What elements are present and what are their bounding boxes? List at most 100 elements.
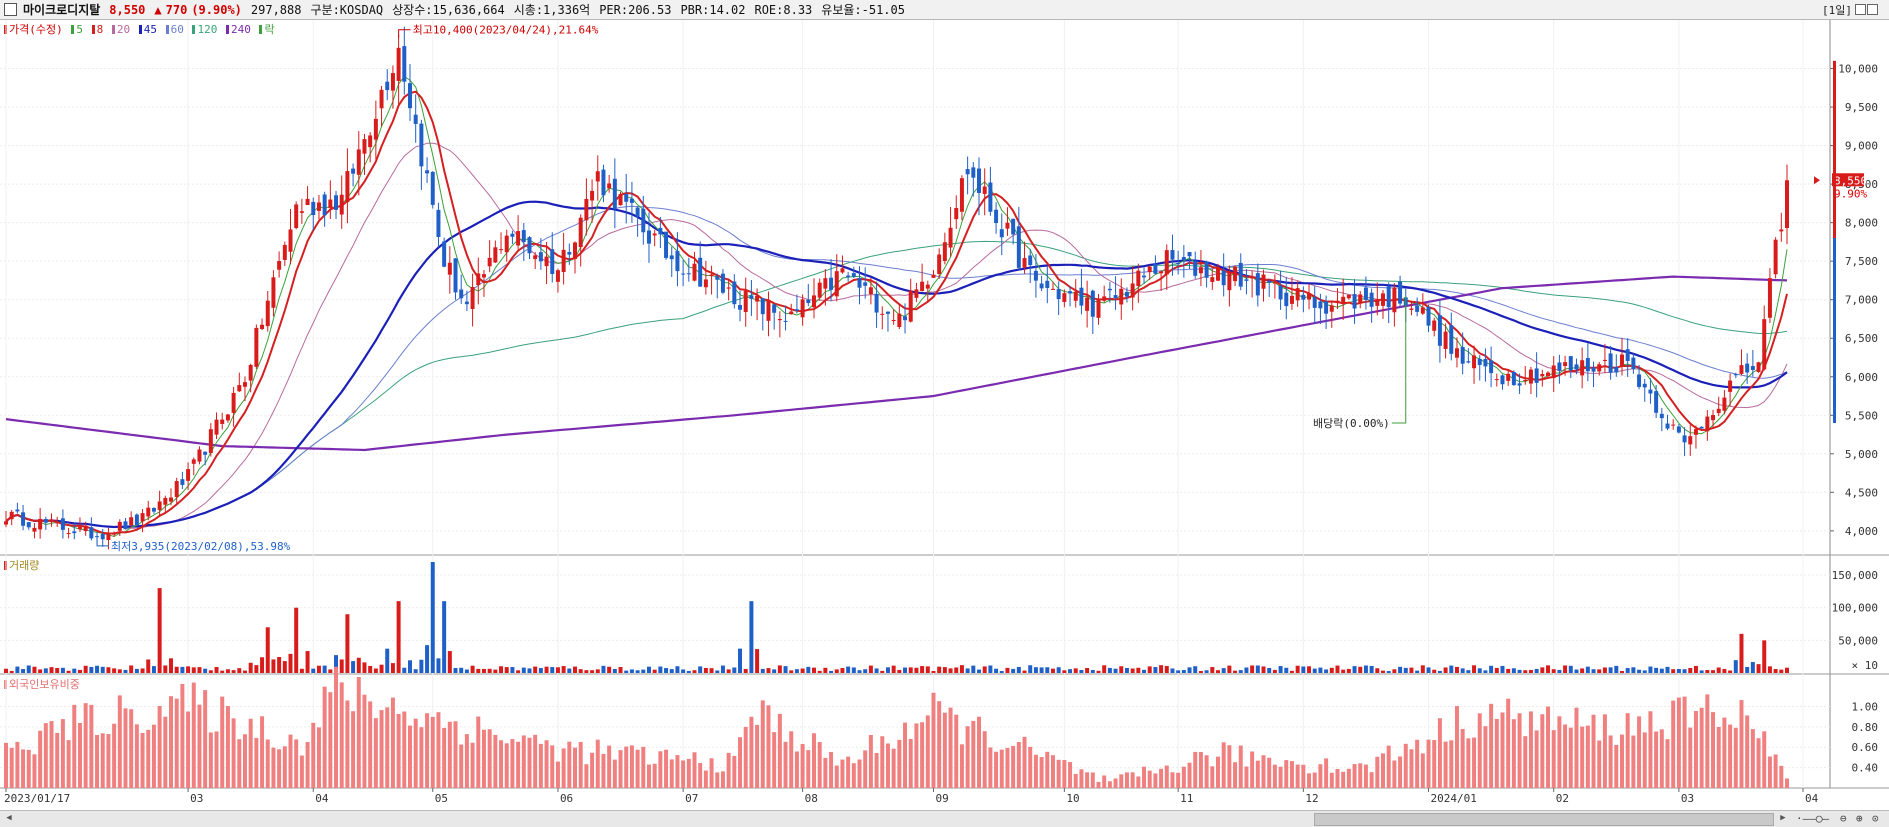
volume-bar[interactable] bbox=[1477, 668, 1482, 673]
foreign-bar[interactable] bbox=[1568, 727, 1573, 788]
foreign-bar[interactable] bbox=[1170, 772, 1175, 788]
volume-bar[interactable] bbox=[1523, 670, 1528, 673]
foreign-bar[interactable] bbox=[965, 726, 970, 788]
foreign-bar[interactable] bbox=[777, 713, 782, 788]
volume-bar[interactable] bbox=[208, 670, 213, 673]
foreign-bar[interactable] bbox=[1181, 766, 1186, 788]
volume-bar[interactable] bbox=[1204, 670, 1209, 673]
volume-bar[interactable] bbox=[1733, 660, 1738, 673]
candle[interactable] bbox=[971, 167, 976, 178]
candle[interactable] bbox=[1722, 397, 1727, 411]
foreign-bar[interactable] bbox=[1716, 726, 1721, 788]
volume-bar[interactable] bbox=[533, 666, 538, 673]
candle[interactable] bbox=[157, 501, 162, 510]
volume-bar[interactable] bbox=[305, 651, 310, 673]
volume-bar[interactable] bbox=[288, 653, 293, 673]
foreign-bar[interactable] bbox=[595, 739, 600, 788]
foreign-bar[interactable] bbox=[430, 716, 435, 788]
foreign-bar[interactable] bbox=[4, 742, 8, 788]
candle[interactable] bbox=[1563, 362, 1568, 367]
volume-bar[interactable] bbox=[419, 659, 424, 673]
volume-bar[interactable] bbox=[83, 665, 88, 673]
volume-bar[interactable] bbox=[1358, 666, 1363, 673]
candle[interactable] bbox=[117, 521, 122, 531]
foreign-bar[interactable] bbox=[681, 760, 686, 788]
volume-bar[interactable] bbox=[1090, 670, 1095, 673]
foreign-bar[interactable] bbox=[208, 732, 213, 788]
foreign-bar[interactable] bbox=[868, 734, 873, 788]
candle[interactable] bbox=[140, 513, 145, 522]
volume-bar[interactable] bbox=[977, 669, 981, 673]
volume-bar[interactable] bbox=[436, 658, 441, 673]
volume-bar[interactable] bbox=[573, 666, 578, 673]
volume-bar[interactable] bbox=[937, 666, 942, 673]
volume-bar[interactable] bbox=[60, 667, 65, 673]
foreign-bar[interactable] bbox=[1619, 734, 1624, 788]
candle[interactable] bbox=[1312, 297, 1317, 308]
volume-bar[interactable] bbox=[516, 670, 521, 673]
volume-bar[interactable] bbox=[1654, 667, 1659, 673]
volume-bar[interactable] bbox=[134, 668, 139, 673]
volume-bar[interactable] bbox=[806, 666, 811, 673]
volume-bar[interactable] bbox=[1312, 668, 1317, 673]
volume-bar[interactable] bbox=[1147, 666, 1152, 673]
volume-bar[interactable] bbox=[316, 665, 321, 673]
foreign-bar[interactable] bbox=[732, 755, 737, 788]
volume-bar[interactable] bbox=[1597, 669, 1602, 673]
foreign-bar[interactable] bbox=[925, 715, 930, 788]
candle[interactable] bbox=[1079, 287, 1084, 306]
candle[interactable] bbox=[897, 313, 902, 328]
foreign-bar[interactable] bbox=[15, 741, 20, 788]
volume-bar[interactable] bbox=[1398, 666, 1403, 673]
foreign-bar[interactable] bbox=[1062, 760, 1067, 788]
volume-bar[interactable] bbox=[1056, 667, 1061, 673]
volume-bar[interactable] bbox=[1039, 667, 1044, 673]
foreign-bar[interactable] bbox=[1642, 732, 1647, 788]
volume-bar[interactable] bbox=[1096, 670, 1101, 673]
volume-bar[interactable] bbox=[322, 665, 327, 673]
candle[interactable] bbox=[1028, 255, 1033, 266]
foreign-bar[interactable] bbox=[288, 734, 293, 788]
foreign-bar[interactable] bbox=[242, 734, 247, 788]
foreign-bar[interactable] bbox=[1756, 738, 1761, 788]
foreign-bar[interactable] bbox=[499, 740, 504, 788]
volume-bar[interactable] bbox=[703, 667, 708, 673]
foreign-bar[interactable] bbox=[1204, 755, 1209, 788]
volume-bar[interactable] bbox=[1244, 667, 1249, 673]
volume-bar[interactable] bbox=[1193, 666, 1198, 673]
volume-bar[interactable] bbox=[379, 664, 384, 673]
volume-bar[interactable] bbox=[931, 670, 936, 673]
candle[interactable] bbox=[1631, 357, 1636, 370]
candle[interactable] bbox=[959, 178, 964, 212]
candle[interactable] bbox=[1409, 308, 1414, 310]
foreign-bar[interactable] bbox=[800, 744, 805, 788]
candle[interactable] bbox=[555, 270, 560, 282]
candle[interactable] bbox=[675, 250, 680, 272]
foreign-bar[interactable] bbox=[601, 753, 606, 788]
foreign-bar[interactable] bbox=[1773, 754, 1778, 788]
candle[interactable] bbox=[681, 273, 686, 275]
candle[interactable] bbox=[880, 313, 885, 315]
foreign-bar[interactable] bbox=[334, 666, 339, 788]
volume-bar[interactable] bbox=[1420, 665, 1425, 673]
volume-bar[interactable] bbox=[1215, 670, 1220, 673]
candle[interactable] bbox=[823, 278, 828, 289]
foreign-bar[interactable] bbox=[1090, 772, 1095, 788]
candle[interactable] bbox=[516, 231, 521, 246]
foreign-bar[interactable] bbox=[1449, 740, 1454, 788]
volume-bar[interactable] bbox=[1403, 667, 1408, 673]
candle[interactable] bbox=[567, 252, 572, 255]
candle[interactable] bbox=[208, 429, 213, 453]
candle[interactable] bbox=[1164, 250, 1169, 275]
candle[interactable] bbox=[607, 183, 612, 189]
volume-bar[interactable] bbox=[1489, 665, 1494, 673]
candle[interactable] bbox=[715, 276, 720, 280]
foreign-bar[interactable] bbox=[1278, 766, 1283, 788]
candle[interactable] bbox=[709, 274, 714, 277]
foreign-bar[interactable] bbox=[510, 739, 515, 788]
foreign-bar[interactable] bbox=[442, 727, 447, 788]
candle[interactable] bbox=[760, 298, 765, 315]
foreign-bar[interactable] bbox=[106, 734, 111, 788]
candle[interactable] bbox=[373, 118, 378, 140]
candle[interactable] bbox=[789, 311, 794, 315]
